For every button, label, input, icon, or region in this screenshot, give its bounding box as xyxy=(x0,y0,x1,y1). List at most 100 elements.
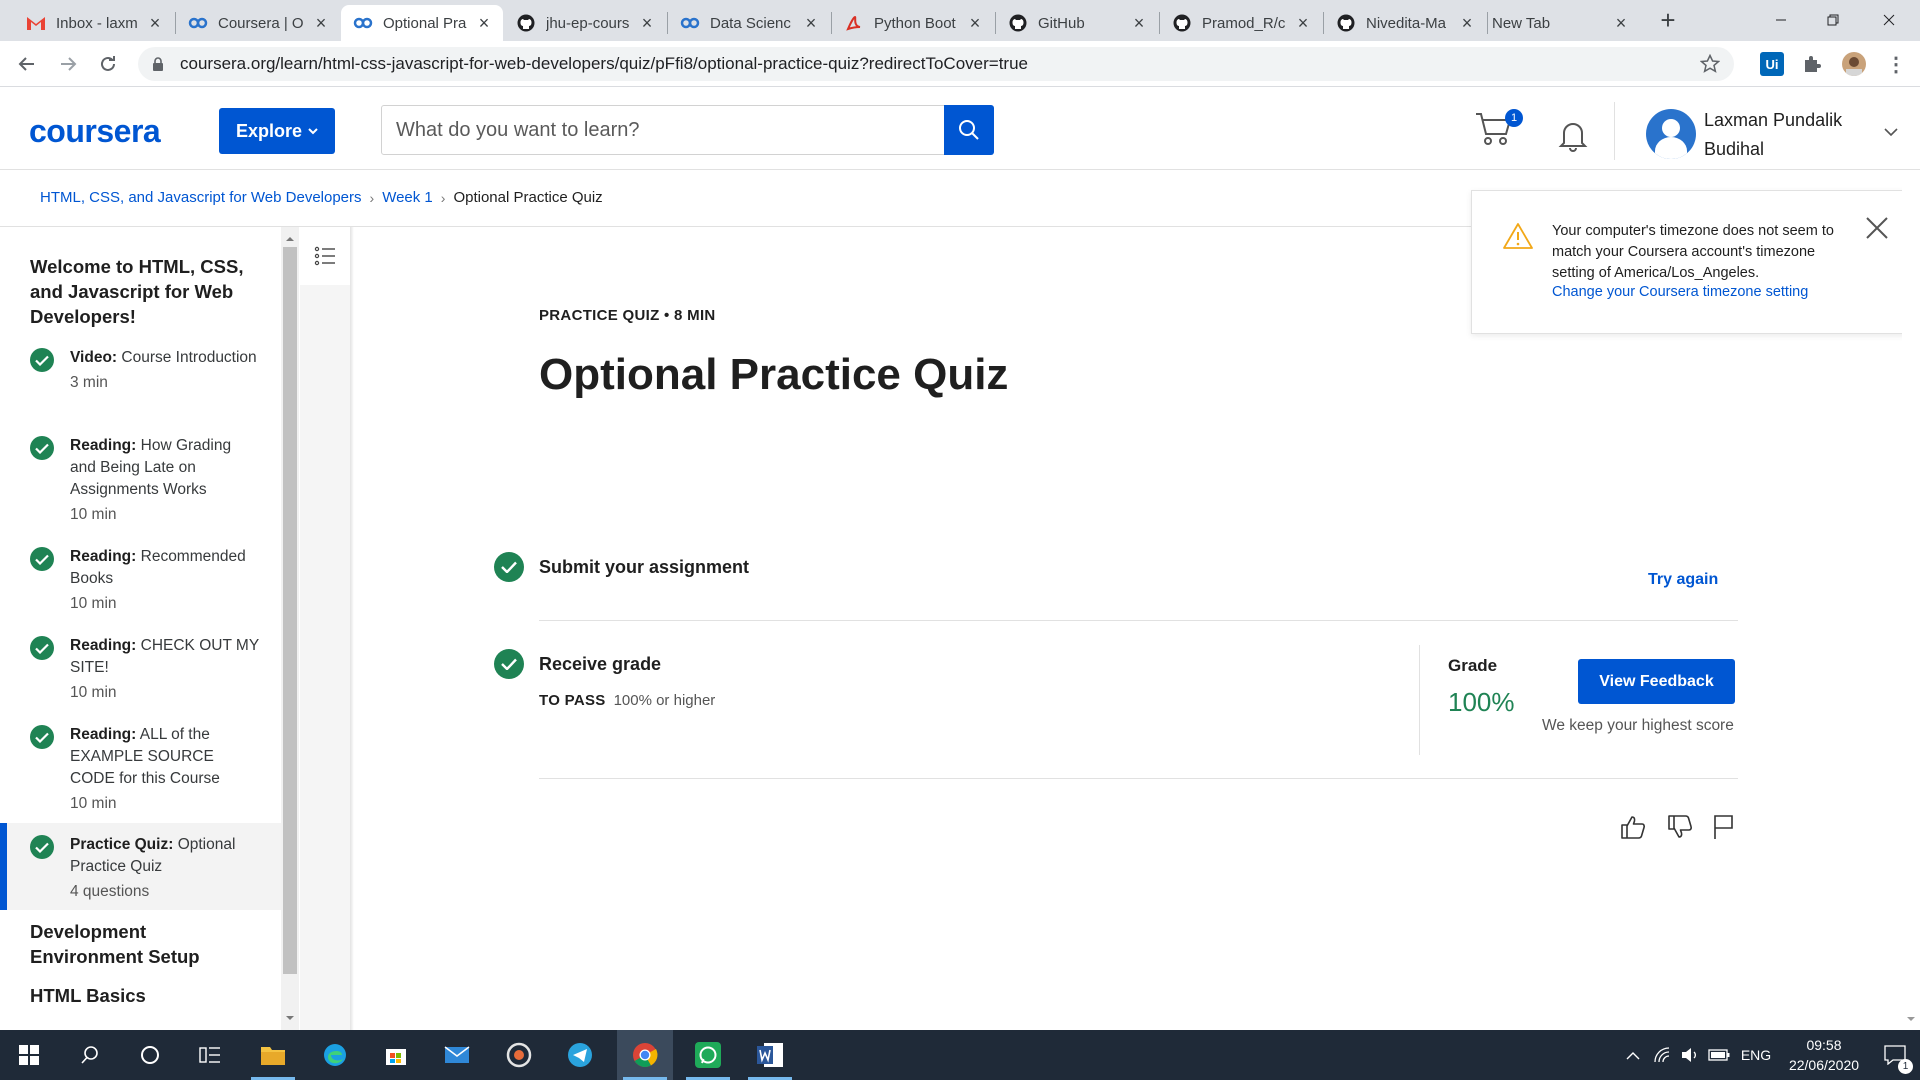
pass-requirement: TO PASS 100% or higher xyxy=(539,692,715,709)
tab-gmail[interactable]: Inbox - laxm × xyxy=(14,5,174,41)
checkmark-icon xyxy=(30,725,54,749)
reload-button[interactable] xyxy=(94,50,122,78)
item-kind: Reading: xyxy=(70,726,137,743)
sidebar-scrollbar-thumb[interactable] xyxy=(283,247,297,974)
clock[interactable]: 09:58 22/06/2020 xyxy=(1778,1035,1870,1075)
chevron-down-icon[interactable] xyxy=(1884,128,1898,137)
extensions-puzzle-icon[interactable] xyxy=(1800,52,1824,76)
tab-new-tab[interactable]: New Tab × xyxy=(1480,5,1640,41)
breadcrumb-week-link[interactable]: Week 1 xyxy=(382,189,433,206)
flag-icon[interactable] xyxy=(1710,813,1738,841)
close-icon[interactable] xyxy=(1864,215,1890,241)
network-icon[interactable] xyxy=(1648,1047,1676,1063)
browser-tab-strip: Inbox - laxm × Coursera | O × Optional P… xyxy=(0,0,1920,41)
checkmark-icon xyxy=(494,649,524,679)
edge-icon[interactable] xyxy=(307,1030,363,1080)
telegram-icon[interactable] xyxy=(552,1030,608,1080)
tab-data-science[interactable]: Data Scienc × xyxy=(668,5,830,41)
tab-coursera[interactable]: Coursera | O × xyxy=(176,5,340,41)
close-icon[interactable]: × xyxy=(638,13,656,33)
search-input[interactable] xyxy=(381,105,945,155)
sidebar-section-dev-environment[interactable]: Development Environment Setup xyxy=(30,919,250,969)
whatsapp-icon[interactable] xyxy=(680,1030,736,1080)
checkmark-icon xyxy=(494,552,524,582)
address-bar[interactable]: coursera.org/learn/html-css-javascript-f… xyxy=(138,47,1734,81)
file-explorer-icon[interactable] xyxy=(245,1030,301,1080)
tab-title: jhu-ep-cours xyxy=(546,14,630,32)
tab-pramod-r[interactable]: Pramod_R/c × xyxy=(1160,5,1322,41)
new-tab-button[interactable]: + xyxy=(1656,5,1680,35)
tab-optional-practice-quiz[interactable]: Optional Pra × xyxy=(341,5,503,41)
windows-start-icon[interactable] xyxy=(1,1030,57,1080)
media-player-icon[interactable] xyxy=(491,1030,547,1080)
close-icon[interactable]: × xyxy=(802,13,820,33)
close-icon[interactable]: × xyxy=(1458,13,1476,33)
warning-icon xyxy=(1502,222,1534,250)
close-icon[interactable]: × xyxy=(475,13,493,33)
search-icon xyxy=(958,119,980,141)
profile-avatar-icon[interactable] xyxy=(1842,52,1866,76)
chevron-up-icon[interactable] xyxy=(1618,1051,1648,1060)
volume-icon[interactable] xyxy=(1676,1047,1704,1063)
notification-center-icon[interactable]: 1 xyxy=(1870,1045,1920,1074)
view-feedback-button[interactable]: View Feedback xyxy=(1578,659,1735,704)
sidebar-item-practice-quiz[interactable]: Practice Quiz: Optional Practice Quiz 4 q… xyxy=(0,823,281,910)
thumbs-down-icon[interactable] xyxy=(1666,813,1694,841)
course-sidebar: Welcome to HTML, CSS, and Javascript for… xyxy=(0,227,281,1030)
sidebar-item-reading-example-source-code[interactable]: Reading: ALL of the EXAMPLE SOURCE CODE … xyxy=(0,724,281,834)
sidebar-item-reading-check-out-my-site[interactable]: Reading: CHECK OUT MY SITE! 10 min xyxy=(0,635,281,721)
checkmark-icon xyxy=(30,636,54,660)
thumbs-up-icon[interactable] xyxy=(1619,813,1647,841)
battery-icon[interactable] xyxy=(1704,1049,1734,1061)
url-text: coursera.org/learn/html-css-javascript-f… xyxy=(180,54,1028,73)
coursera-logo[interactable]: coursera xyxy=(29,113,161,150)
explore-label: Explore xyxy=(235,120,303,141)
tab-jhu-ep-course[interactable]: jhu-ep-cours × xyxy=(504,5,666,41)
item-kind: Practice Quiz: xyxy=(70,836,174,853)
user-name[interactable]: Laxman Pundalik Budihal xyxy=(1704,106,1874,164)
clock-date: 22/06/2020 xyxy=(1788,1057,1860,1073)
list-toggle-icon[interactable] xyxy=(300,227,350,285)
tab-python-boot[interactable]: Python Boot × xyxy=(832,5,994,41)
sidebar-item-video-course-introduction[interactable]: Video: Course Introduction 3 min xyxy=(0,347,281,433)
star-icon[interactable] xyxy=(1700,54,1720,74)
task-view-icon[interactable] xyxy=(182,1030,238,1080)
search-icon[interactable] xyxy=(62,1030,118,1080)
lock-icon xyxy=(152,57,164,71)
close-window-button[interactable] xyxy=(1874,6,1904,34)
close-icon[interactable]: × xyxy=(312,13,330,33)
close-icon[interactable]: × xyxy=(1130,13,1148,33)
tab-title: Python Boot xyxy=(874,14,956,32)
minimize-button[interactable] xyxy=(1766,6,1796,34)
word-icon[interactable] xyxy=(742,1030,798,1080)
close-icon[interactable]: × xyxy=(1294,13,1312,33)
sidebar-item-reading-grading[interactable]: Reading: How Grading and Being Late on A… xyxy=(0,435,281,545)
cortana-icon[interactable] xyxy=(122,1030,178,1080)
close-icon[interactable]: × xyxy=(146,13,164,33)
bell-icon[interactable] xyxy=(1556,118,1590,152)
sidebar-section-html-basics[interactable]: HTML Basics xyxy=(30,983,146,1008)
tab-nivedita-ma[interactable]: Nivedita-Ma × xyxy=(1324,5,1486,41)
forward-button[interactable] xyxy=(54,50,82,78)
restore-button[interactable] xyxy=(1818,6,1848,34)
uipath-extension-icon[interactable]: Ui xyxy=(1760,52,1784,76)
mail-icon[interactable] xyxy=(429,1030,485,1080)
close-icon[interactable]: × xyxy=(1612,13,1630,33)
tab-title: Data Scienc xyxy=(710,14,791,32)
close-icon[interactable]: × xyxy=(966,13,984,33)
page-scrollbar[interactable] xyxy=(1902,170,1920,1030)
tab-github[interactable]: GitHub × xyxy=(996,5,1158,41)
browser-menu-icon[interactable]: ⋮ xyxy=(1884,52,1908,76)
search-button[interactable] xyxy=(944,105,994,155)
back-button[interactable] xyxy=(13,50,41,78)
microsoft-store-icon[interactable] xyxy=(368,1030,424,1080)
sidebar-item-reading-recommended-books[interactable]: Reading: Recommended Books 10 min xyxy=(0,546,281,632)
try-again-link[interactable]: Try again xyxy=(1648,571,1718,589)
input-language[interactable]: ENG xyxy=(1734,1047,1778,1063)
user-avatar[interactable] xyxy=(1646,109,1696,159)
change-timezone-link[interactable]: Change your Coursera timezone setting xyxy=(1552,284,1808,300)
explore-button[interactable]: Explore xyxy=(219,108,335,154)
chrome-icon[interactable] xyxy=(617,1030,673,1080)
breadcrumb-course-link[interactable]: HTML, CSS, and Javascript for Web Develo… xyxy=(40,189,362,206)
to-pass-label: TO PASS xyxy=(539,692,606,709)
